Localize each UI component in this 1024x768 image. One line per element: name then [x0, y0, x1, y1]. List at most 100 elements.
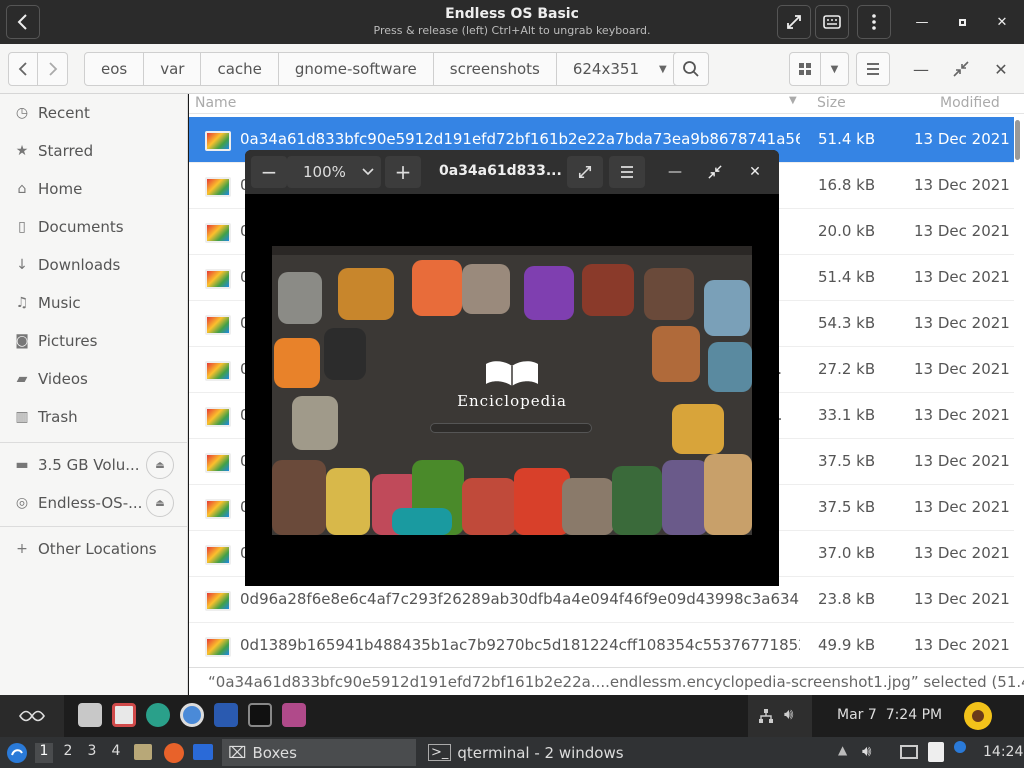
firefox-launcher-icon[interactable] [164, 743, 184, 763]
close-icon: ✕ [994, 59, 1008, 79]
sidebar-item-volume[interactable]: ▬ 3.5 GB Volu... ⏏ [0, 446, 188, 484]
minimize-button[interactable]: — [909, 57, 933, 81]
image-file-icon [205, 223, 231, 243]
vm-maximize-button[interactable] [950, 10, 974, 34]
back-button[interactable] [8, 52, 38, 86]
breadcrumb-item[interactable]: gnome-software [279, 53, 434, 85]
column-header-name[interactable]: Name [195, 95, 236, 111]
eject-button[interactable]: ⏏ [146, 451, 174, 479]
task-qterminal[interactable]: >_ qterminal - 2 windows [422, 739, 632, 766]
network-icon [759, 709, 773, 723]
puzzle-piece [612, 466, 662, 535]
monitor-icon[interactable] [900, 745, 918, 759]
zoom-out-button[interactable]: − [251, 156, 287, 188]
image-file-icon [205, 453, 231, 473]
viewer-maximize-button[interactable] [703, 160, 727, 184]
puzzle-piece [338, 268, 394, 320]
column-header-size[interactable]: Size [817, 95, 846, 111]
workspace-4[interactable]: 4 [107, 743, 125, 763]
plus-icon: + [16, 541, 28, 557]
view-grid-button[interactable] [789, 52, 821, 86]
caret-down-icon: ▼ [658, 63, 667, 75]
viewer-close-button[interactable]: ✕ [743, 160, 767, 184]
sidebar-item-documents[interactable]: ▯ Documents [0, 208, 188, 246]
sidebar-item-pictures[interactable]: ◙ Pictures [0, 322, 188, 360]
launcher-button[interactable] [0, 695, 64, 737]
file-date: 13 Dec 2021 [914, 498, 1010, 516]
image-search-bar [430, 423, 592, 433]
camera-icon: ◙ [15, 333, 29, 349]
forward-button[interactable] [38, 52, 68, 86]
close-button[interactable]: ✕ [989, 57, 1013, 81]
viewer-menu-button[interactable] [609, 156, 645, 188]
minimize-icon: — [668, 164, 682, 180]
zoom-in-button[interactable]: + [385, 156, 421, 188]
clipboard-icon[interactable] [928, 742, 944, 762]
breadcrumb-item[interactable]: cache [201, 53, 279, 85]
vm-keyboard-button[interactable] [815, 5, 849, 39]
file-manager-launcher-icon[interactable] [134, 744, 152, 760]
sidebar-item-endless-os[interactable]: ◎ Endless-OS-... ⏏ [0, 484, 188, 522]
app-logo-text: Enciclopedia [457, 392, 567, 410]
view-options-button[interactable]: ▼ [821, 52, 849, 86]
volume-icon[interactable]: 🔊︎ [862, 742, 871, 760]
sidebar-item-label: Recent [38, 104, 90, 122]
vm-fullscreen-button[interactable] [777, 5, 811, 39]
workspace-3[interactable]: 3 [83, 743, 101, 763]
sidebar-item-recent[interactable]: ◷ Recent [0, 94, 188, 132]
main-menu-button[interactable] [856, 52, 890, 86]
hamburger-icon [867, 63, 879, 75]
notification-icon[interactable] [954, 741, 966, 753]
file-size: 27.2 kB [818, 360, 876, 378]
terminal-icon: >_ [428, 744, 452, 761]
sidebar-item-label: Music [38, 294, 81, 312]
lxqt-menu-icon[interactable] [6, 742, 28, 764]
sunflower-icon[interactable] [962, 700, 994, 732]
task-boxes[interactable]: ⌧ Boxes [222, 739, 416, 766]
sidebar-item-music[interactable]: ♫ Music [0, 284, 188, 322]
tray-arrow-icon[interactable]: ▲ [838, 743, 847, 757]
sidebar-item-other-locations[interactable]: + Other Locations [0, 530, 188, 568]
panel-clock[interactable]: 14:24 [983, 744, 1023, 760]
star-icon: ★ [15, 143, 29, 159]
image-window-titlebar [272, 246, 752, 255]
terminal-app-icon[interactable] [248, 703, 272, 727]
sidebar-item-starred[interactable]: ★ Starred [0, 132, 188, 170]
zoom-level-value: 100% [303, 163, 346, 181]
taskbar-clock[interactable]: Mar 7 7:24 PM [837, 707, 942, 723]
table-row[interactable]: 0d1389b165941b488435b1ac7b9270bc5d181224… [189, 623, 1014, 667]
sidebar-item-home[interactable]: ⌂ Home [0, 170, 188, 208]
workspace-2[interactable]: 2 [59, 743, 77, 763]
sidebar-item-trash[interactable]: ▥ Trash [0, 398, 188, 436]
breadcrumb-item[interactable]: screenshots [434, 53, 557, 85]
files-app-icon[interactable] [78, 703, 102, 727]
breadcrumb-item[interactable]: eos [85, 53, 145, 85]
eject-button[interactable]: ⏏ [146, 489, 174, 517]
chromium-app-icon[interactable] [180, 703, 204, 727]
sidebar-item-videos[interactable]: ▰ Videos [0, 360, 188, 398]
search-button[interactable] [673, 52, 709, 86]
sidebar-item-downloads[interactable]: ↓ Downloads [0, 246, 188, 284]
clock-date: Mar 7 [837, 707, 877, 723]
puzzle-piece [672, 404, 724, 454]
files-window-icon[interactable] [214, 703, 238, 727]
settings-app-icon[interactable] [146, 703, 170, 727]
viewer-fullscreen-button[interactable] [567, 156, 603, 188]
image-viewer-app-icon[interactable] [282, 703, 306, 727]
workspace-1[interactable]: 1 [35, 743, 53, 763]
restore-icon [953, 61, 969, 77]
breadcrumb: eos var cache gnome-software screenshots… [84, 52, 697, 86]
breadcrumb-item[interactable]: var [144, 53, 202, 85]
vm-minimize-button[interactable]: — [910, 10, 934, 34]
column-header-modified[interactable]: Modified [940, 95, 1000, 111]
software-app-icon[interactable] [112, 703, 136, 727]
grid-icon [799, 63, 811, 75]
restore-button[interactable] [949, 57, 973, 81]
desktop-launcher-icon[interactable] [193, 744, 213, 760]
scrollbar[interactable] [1015, 120, 1020, 160]
vm-close-button[interactable]: ✕ [990, 10, 1014, 34]
zoom-level-selector[interactable]: 100% [287, 156, 381, 188]
volume-icon[interactable]: 🔊︎ [784, 705, 793, 723]
vm-menu-button[interactable] [857, 5, 891, 39]
viewer-minimize-button[interactable]: — [663, 160, 687, 184]
